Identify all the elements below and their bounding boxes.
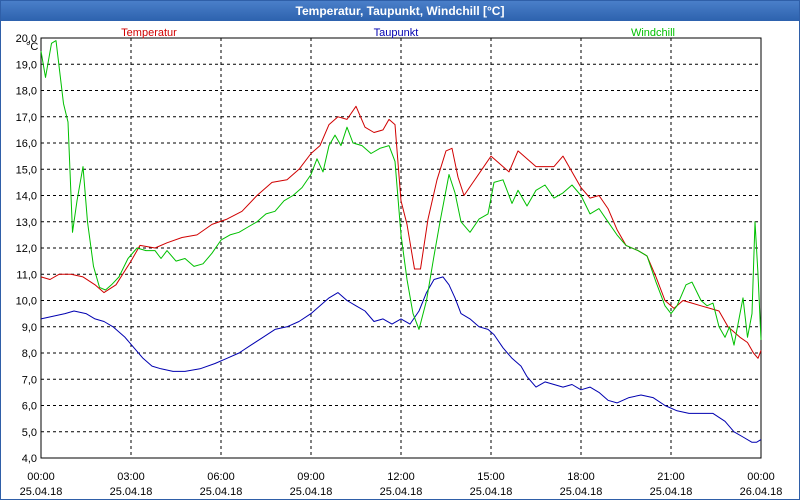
y-tick-label: 14,0: [16, 191, 37, 203]
y-tick-label: 5,0: [22, 427, 37, 439]
x-tick-time-label: 03:00: [117, 471, 145, 483]
x-tick-date-label: 26.04.18: [740, 486, 783, 498]
x-tick-time-label: 00:00: [747, 471, 775, 483]
y-axis-unit-label: °C: [26, 41, 38, 53]
y-tick-label: 10,0: [16, 296, 37, 308]
y-tick-label: 6,0: [22, 401, 37, 413]
legend-entry-taupunkt: Taupunkt: [374, 27, 419, 39]
x-tick-time-label: 15:00: [477, 471, 505, 483]
y-tick-label: 4,0: [22, 453, 37, 465]
chart-canvas: 20,019,018,017,016,015,014,013,012,011,0…: [16, 27, 783, 498]
y-tick-label: 19,0: [16, 59, 37, 71]
y-tick-label: 11,0: [16, 269, 37, 281]
x-tick-date-label: 25.04.18: [200, 486, 243, 498]
x-tick-time-label: 06:00: [207, 471, 235, 483]
x-tick-date-label: 25.04.18: [110, 486, 153, 498]
x-tick-date-label: 25.04.18: [380, 486, 423, 498]
x-tick-time-label: 18:00: [567, 471, 595, 483]
y-tick-label: 13,0: [16, 217, 37, 229]
legend-entry-temperatur: Temperatur: [121, 27, 177, 39]
y-tick-label: 15,0: [16, 164, 37, 176]
y-tick-label: 8,0: [22, 348, 37, 360]
x-tick-time-label: 21:00: [657, 471, 685, 483]
y-tick-label: 7,0: [22, 374, 37, 386]
y-tick-label: 12,0: [16, 243, 37, 255]
x-tick-date-label: 25.04.18: [20, 486, 63, 498]
y-tick-label: 17,0: [16, 112, 37, 124]
x-tick-date-label: 25.04.18: [470, 486, 513, 498]
y-tick-label: 18,0: [16, 86, 37, 98]
y-tick-label: 9,0: [22, 322, 37, 334]
x-tick-time-label: 09:00: [297, 471, 325, 483]
x-tick-time-label: 12:00: [387, 471, 415, 483]
y-tick-label: 16,0: [16, 138, 37, 150]
chart-window: Temperatur, Taupunkt, Windchill [°C] 20,…: [0, 0, 800, 500]
legend-entry-windchill: Windchill: [631, 27, 675, 39]
x-tick-date-label: 25.04.18: [560, 486, 603, 498]
x-tick-date-label: 25.04.18: [290, 486, 333, 498]
x-tick-date-label: 25.04.18: [650, 486, 693, 498]
x-tick-time-label: 00:00: [27, 471, 55, 483]
